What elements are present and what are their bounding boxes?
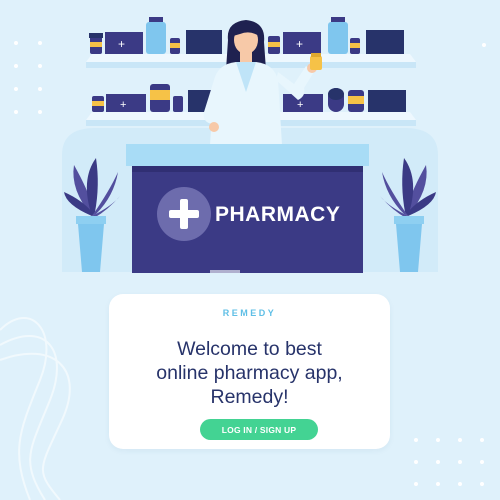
wave-decoration	[0, 317, 48, 500]
medicine-box-icon: +	[283, 94, 323, 112]
headline-line: Welcome to best	[177, 338, 322, 360]
tall-bottle-icon	[328, 17, 348, 54]
pharmacy-sign: PHARMACY	[215, 203, 341, 226]
svg-text:+: +	[118, 37, 125, 51]
medicine-box-icon: +	[106, 94, 146, 112]
medicine-box-icon: +	[105, 32, 143, 54]
medicine-box-icon	[186, 30, 222, 54]
dot-grid-top-left	[14, 41, 42, 114]
svg-text:+: +	[297, 99, 303, 111]
jar-icon	[150, 84, 170, 112]
medicine-box-icon	[368, 90, 406, 112]
welcome-headline: Welcome to best online pharmacy app, Rem…	[109, 337, 390, 409]
login-signup-button[interactable]: LOG IN / SIGN UP	[200, 419, 318, 440]
pill-bottle-icon	[89, 33, 103, 54]
dot-grid-right	[482, 43, 486, 47]
dot-grid-bottom-right	[414, 438, 484, 486]
brand-name: REMEDY	[222, 308, 277, 318]
pill-bottle-icon	[92, 96, 104, 112]
headline-line: Remedy!	[210, 386, 289, 408]
pill-bottle-icon	[268, 36, 280, 54]
svg-text:+: +	[120, 99, 126, 111]
welcome-card: REMEDY Welcome to best online pharmacy a…	[109, 294, 390, 449]
svg-text:+: +	[296, 37, 303, 51]
medicine-box-icon	[366, 30, 404, 54]
headline-line: online pharmacy app,	[156, 362, 343, 384]
plus-cross-icon	[157, 187, 211, 241]
medicine-box-icon: +	[283, 32, 321, 54]
tall-bottle-icon	[146, 17, 166, 54]
capsule-icon	[328, 88, 344, 112]
jar-icon	[348, 90, 364, 112]
